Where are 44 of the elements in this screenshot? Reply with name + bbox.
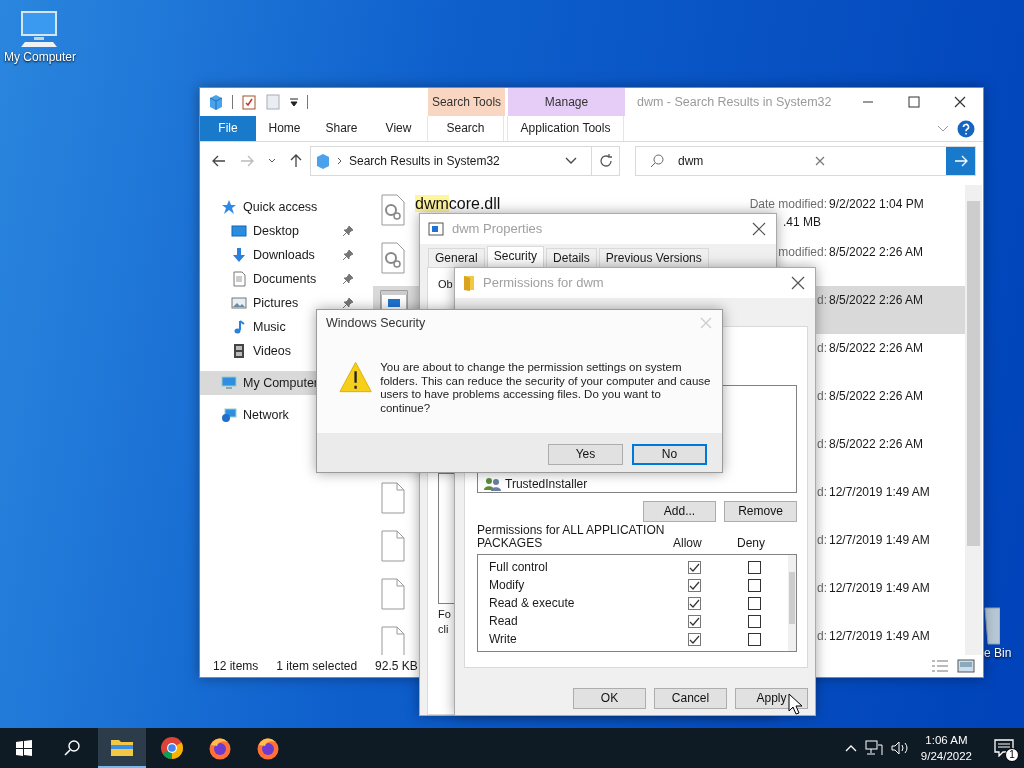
selection-size: 92.5 KB <box>375 658 418 674</box>
permission-name: Modify <box>489 577 526 593</box>
date-label: d: <box>817 581 828 596</box>
dialog-title: Windows Security <box>326 315 426 331</box>
message-text: You are about to change the permission settings on system folders. This can reduce the security of your computer and cause users to have problems accessing files. Do you want to continue? <box>380 361 712 416</box>
date-label: d: <box>817 533 828 548</box>
date-label: d: <box>817 629 828 644</box>
dialog-title: Permissions for dwm <box>483 275 604 291</box>
date-modified: 8/5/2022 2:26 AM <box>829 341 925 356</box>
item-count: 12 items <box>213 658 259 674</box>
window-title: dwm - Search Results in System32 <box>636 93 833 111</box>
date-label: modified: <box>778 245 828 260</box>
label-text: Fo <box>438 608 451 622</box>
notification-badge: 1 <box>1005 748 1019 762</box>
permission-name: Full control <box>489 559 549 575</box>
date-label: d: <box>817 389 828 404</box>
column-header: Allow <box>673 535 703 550</box>
date-modified: 9/2/2022 1:04 PM <box>829 197 925 212</box>
date-label: d: <box>817 293 828 308</box>
date-label: d: <box>817 341 828 356</box>
date-modified: 12/7/2019 1:49 AM <box>829 581 931 596</box>
date-modified: 8/5/2022 2:26 AM <box>829 389 925 404</box>
permission-name: Write <box>489 631 518 647</box>
date-label: Date modified: <box>749 197 828 212</box>
date-modified: 12/7/2019 1:49 AM <box>829 533 931 548</box>
permissions-label: Permissions for ALL APPLICATION PACKAGES <box>477 524 666 550</box>
permission-name: Read <box>489 613 519 629</box>
label-text: Ob <box>438 278 453 292</box>
date-label: d: <box>817 485 828 500</box>
dialog-title: dwm Properties <box>452 221 543 237</box>
date-label: d: <box>817 437 828 452</box>
date-modified: 8/5/2022 2:26 AM <box>829 437 925 452</box>
selection-info: 1 item selected <box>276 658 358 674</box>
permission-name: Read & execute <box>489 595 576 611</box>
file-name: dwmcore.dll <box>414 195 501 212</box>
column-header: Deny <box>737 535 766 550</box>
context-tab-header: Manage <box>508 88 625 116</box>
date-modified: 12/7/2019 1:49 AM <box>829 485 931 500</box>
date-modified: 12/7/2019 1:49 AM <box>829 629 931 644</box>
file-size: .41 MB <box>783 215 822 230</box>
date-modified: 8/5/2022 2:26 AM <box>829 293 925 308</box>
context-tab-header: Search Tools <box>428 88 505 116</box>
label-text: cli <box>438 623 449 637</box>
date-modified: 8/5/2022 2:26 AM <box>829 245 925 260</box>
